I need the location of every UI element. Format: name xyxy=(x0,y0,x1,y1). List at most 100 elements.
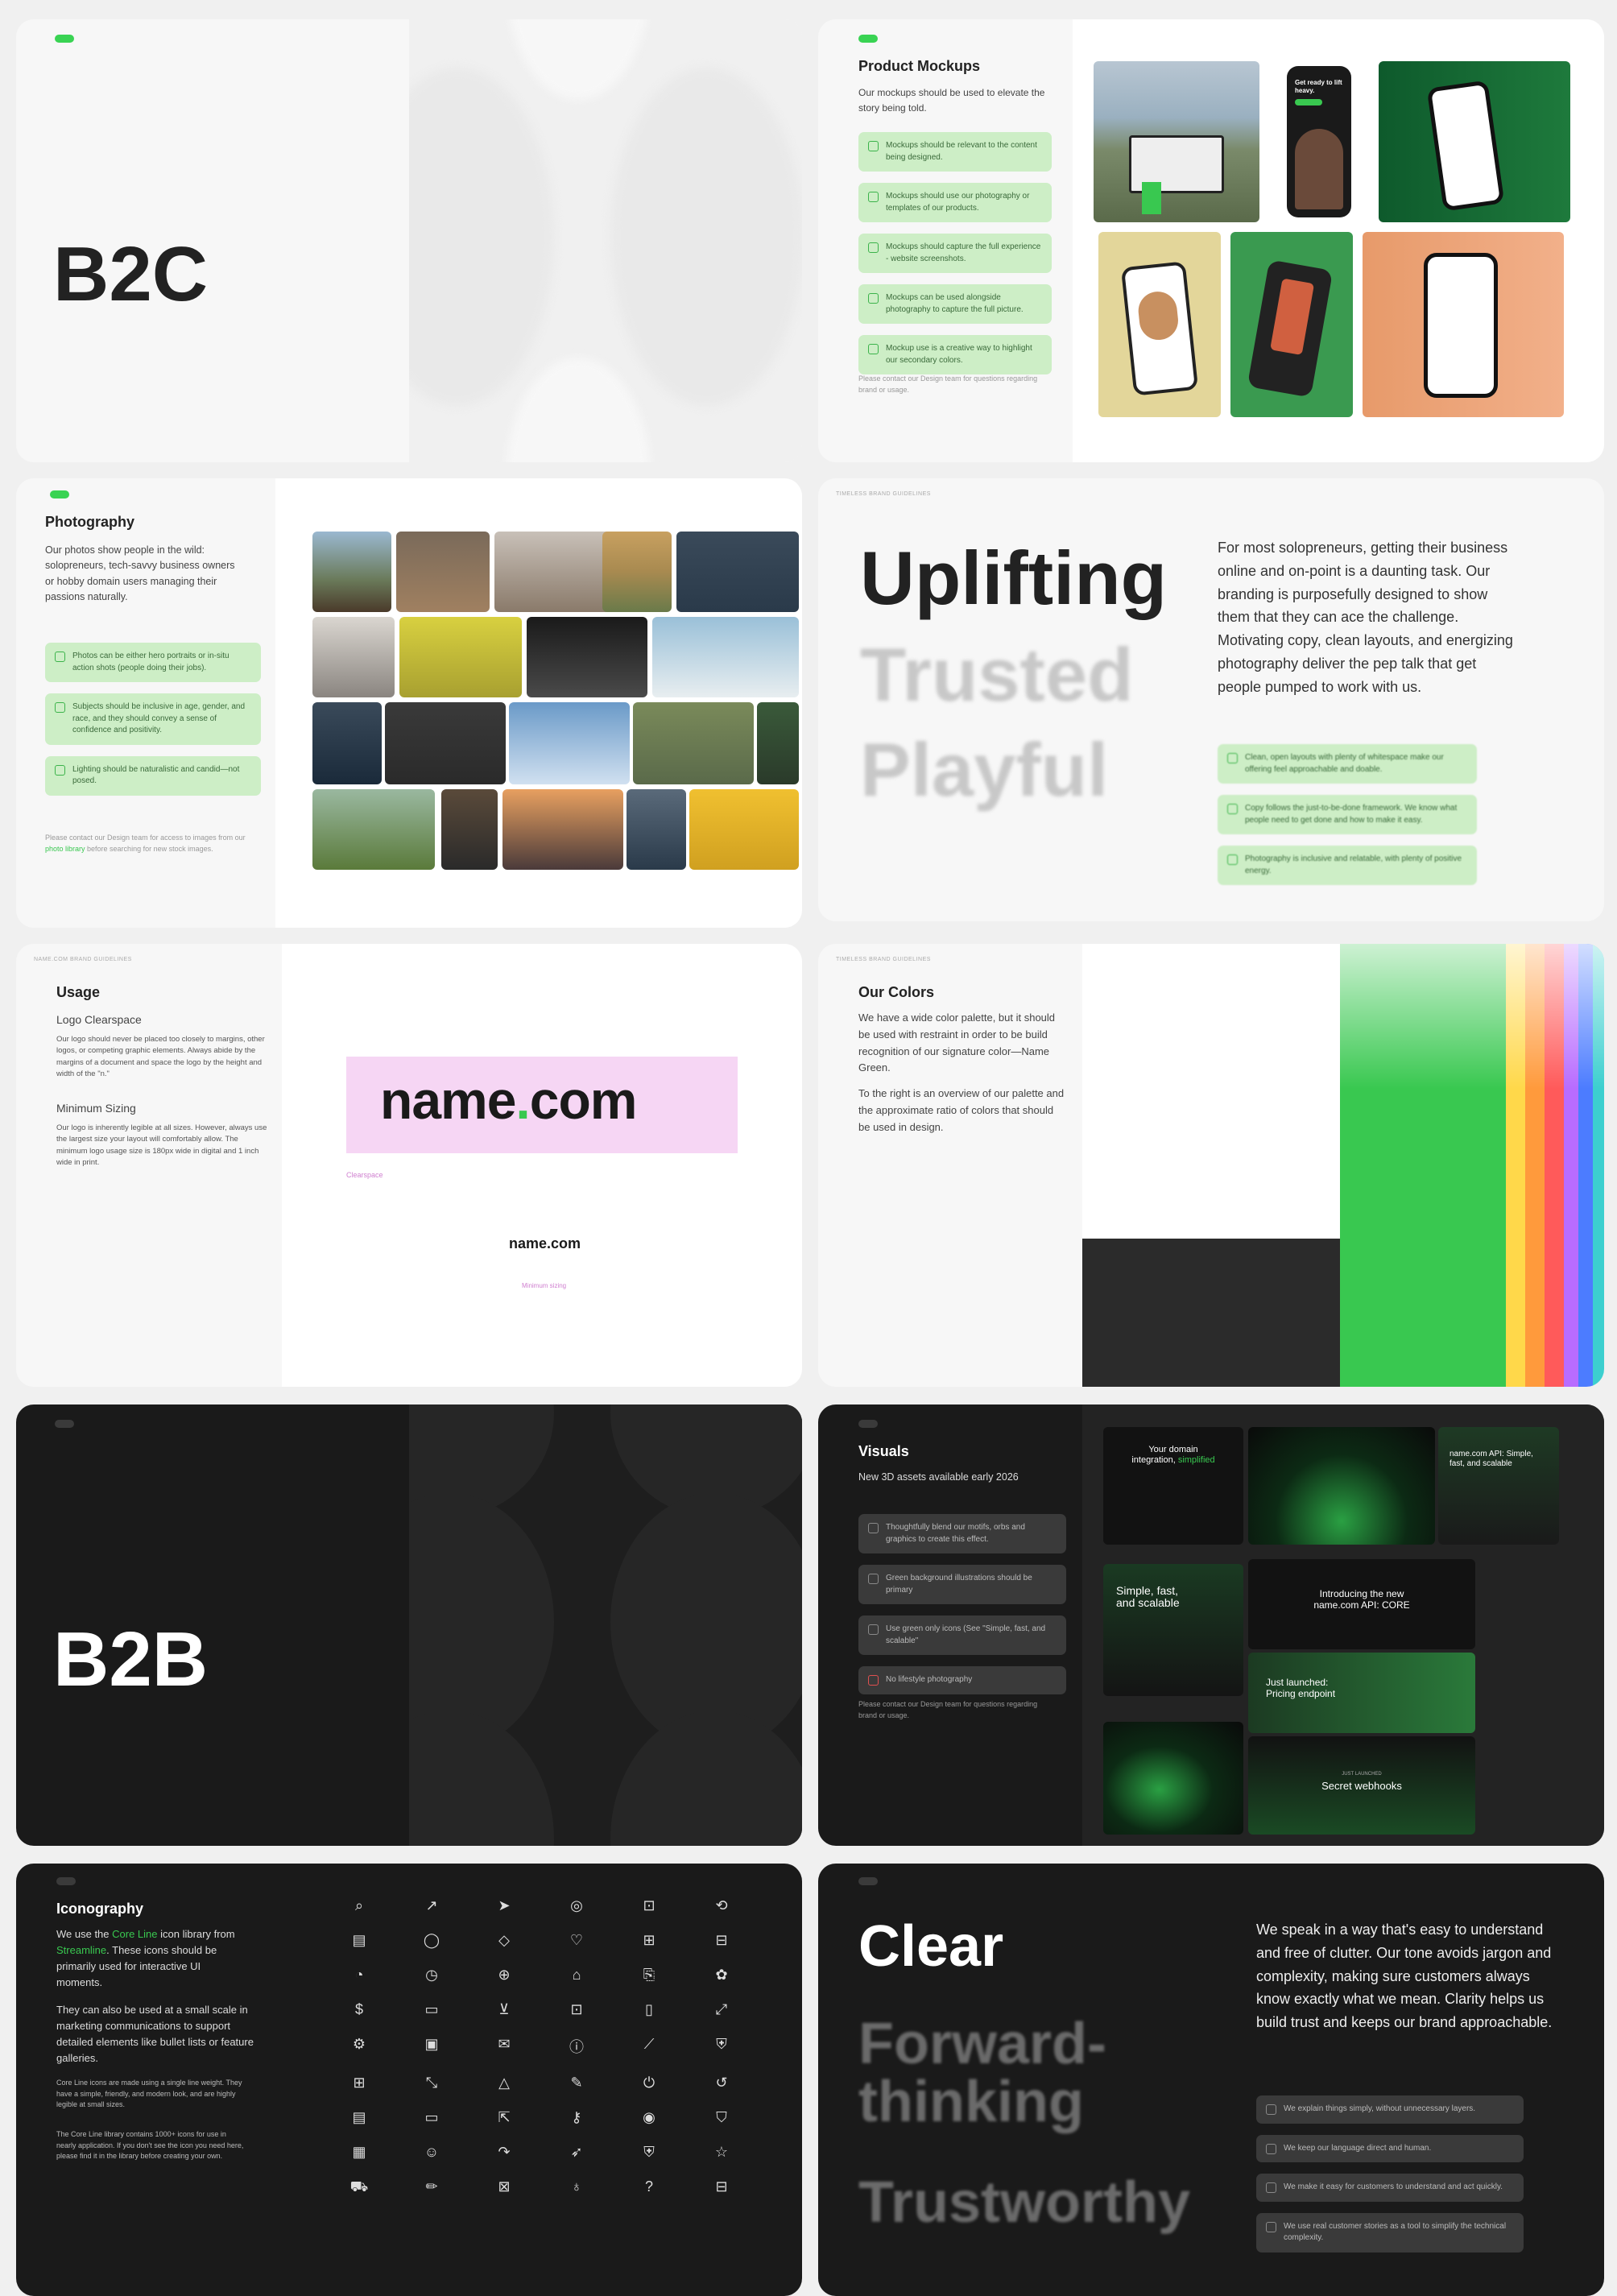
library-icon: ◇ xyxy=(498,1932,510,1948)
visual-tile xyxy=(1248,1427,1435,1545)
library-icon: ▯ xyxy=(645,2001,653,2017)
library-icon: ⊡ xyxy=(570,2001,583,2017)
check-item: We use real customer stories as a tool t… xyxy=(1256,2212,1524,2253)
library-icon: ⛨ xyxy=(716,2036,727,2052)
slide-uplifting: TIMELESS BRAND GUIDELINES Uplifting Trus… xyxy=(818,478,1604,921)
library-icon: ✿ xyxy=(715,1967,728,1983)
library-icon: ▭ xyxy=(424,2109,439,2125)
slide-header: TIMELESS BRAND GUIDELINES xyxy=(836,957,931,962)
library-icon: ⟲ xyxy=(715,1897,728,1913)
library-icon: ⏻ xyxy=(643,2075,655,2091)
phone-green-mockup xyxy=(1379,61,1570,222)
voice-word-forward-thinking: Forward-thinking xyxy=(858,2012,1107,2134)
swatch-dark xyxy=(1082,1239,1340,1387)
check-item: Green background illustrations should be… xyxy=(858,1565,1066,1604)
check-item: Photos can be either hero portraits or i… xyxy=(45,643,261,682)
check-item: Copy follows the just-to-be-done framewo… xyxy=(1218,795,1477,834)
logo-large: name.com xyxy=(380,1070,637,1130)
colors-p1: We have a wide color palette, but it sho… xyxy=(858,1011,1056,1074)
library-icon: ⇱ xyxy=(498,2109,511,2125)
library-icon: ⊞ xyxy=(353,2075,366,2091)
slide-header: NAME.COM BRAND GUIDELINES xyxy=(34,957,132,962)
arch-pattern xyxy=(409,1404,802,1846)
logo-panel: name.com Clearspace name.com Minimum siz… xyxy=(282,944,802,1387)
library-icon: ⊟ xyxy=(715,2178,728,2195)
checklist: Photos can be either hero portraits or i… xyxy=(45,643,261,807)
slide-tag xyxy=(55,1420,74,1428)
library-icon: △ xyxy=(498,2075,510,2091)
slide-title: Our Colors xyxy=(858,984,935,1000)
visual-tile: name.com API: Simple, fast, and scalable xyxy=(1438,1427,1559,1545)
phone-orange-mockup xyxy=(1363,232,1564,417)
library-icon: ⟋ xyxy=(643,2036,655,2052)
slide-body: We speak in a way that's easy to underst… xyxy=(1256,1922,1553,2031)
slide-visuals: Visuals New 3D assets available early 20… xyxy=(818,1404,1604,1846)
library-icon: ▣ xyxy=(424,2036,439,2052)
library-icon: ⊠ xyxy=(498,2178,511,2195)
visual-tile: JUST LAUNCHED Secret webhooks xyxy=(1248,1736,1475,1835)
check-item: Mockups should use our photography or te… xyxy=(858,183,1052,222)
check-item: Thoughtfully blend our motifs, orbs and … xyxy=(858,1514,1066,1553)
photo-library-link[interactable]: photo library xyxy=(45,845,85,853)
min-sizing-body: Our logo is inherently legible at all si… xyxy=(56,1123,267,1167)
clearspace-body: Our logo should never be placed too clos… xyxy=(56,1035,265,1078)
visual-tile xyxy=(1103,1722,1243,1835)
library-icon: ↺ xyxy=(715,2075,728,2091)
library-icon: ⛟ xyxy=(349,2178,369,2195)
slide-intro: New 3D assets available early 2026 xyxy=(858,1471,1019,1483)
checklist: Clean, open layouts with plenty of white… xyxy=(1218,744,1477,896)
voice-word-clear: Clear xyxy=(858,1914,1004,1979)
library-icon: ◷ xyxy=(425,1967,438,1983)
library-icon: ☆ xyxy=(714,2144,729,2160)
library-icon: ♁ xyxy=(571,2178,582,2195)
library-icon: ☺ xyxy=(424,2144,440,2160)
icons-p1: We use the Core Line icon library from S… xyxy=(56,1928,235,1989)
library-icon: ↗ xyxy=(425,1897,438,1913)
library-icon: ⚷ xyxy=(571,2109,582,2125)
streamline-link[interactable]: Streamline xyxy=(56,1944,106,1956)
slide-intro: Our photos show people in the wild: solo… xyxy=(45,544,235,603)
library-icon: $ xyxy=(354,2001,363,2017)
color-palette xyxy=(1082,944,1604,1387)
phone-product-mockup xyxy=(1230,232,1353,417)
check-item: Subjects should be inclusive in age, gen… xyxy=(45,693,261,745)
slide-title: B2B xyxy=(53,1616,209,1702)
voice-word-uplifting: Uplifting xyxy=(860,536,1168,620)
library-icon: ↷ xyxy=(498,2144,511,2160)
library-icon: ⤡ xyxy=(425,2075,438,2091)
slide-photography: Photography Our photos show people in th… xyxy=(16,478,802,928)
library-icon: ⊻ xyxy=(498,2001,510,2017)
slide-title: Usage xyxy=(56,984,101,1000)
slide-title: Product Mockups xyxy=(858,58,981,74)
library-icon: ▤ xyxy=(352,1932,366,1948)
icons-p3: Core Line icons are made using a single … xyxy=(56,2079,242,2108)
slide-title: Photography xyxy=(45,514,134,530)
library-icon: ⌕ xyxy=(354,1897,364,1913)
visual-tile: Introducing the new name.com API: CORE xyxy=(1248,1559,1475,1649)
contact-note: Please contact our Design team for acces… xyxy=(45,834,246,853)
library-icon: ▤ xyxy=(352,2109,366,2125)
library-icon: ⛨ xyxy=(643,2144,655,2160)
library-icon: ➤ xyxy=(498,1897,511,1913)
slide-header: TIMELESS BRAND GUIDELINES xyxy=(836,491,931,497)
slide-body: For most solopreneurs, getting their bus… xyxy=(1218,540,1513,695)
library-icon: ➶ xyxy=(570,2144,583,2160)
voice-word-playful: Playful xyxy=(860,727,1109,812)
slide-title: Iconography xyxy=(56,1901,144,1917)
mockup-gallery: Get ready to lift heavy. xyxy=(1073,19,1604,462)
library-icon: ▭ xyxy=(424,2001,439,2017)
arch-pattern xyxy=(409,19,802,462)
library-icon: ✉ xyxy=(498,2036,511,2052)
library-icon: ⤢ xyxy=(715,2001,728,2017)
slide-tag xyxy=(56,1877,76,1885)
slide-tag xyxy=(858,35,878,43)
check-item: Lighting should be naturalistic and cand… xyxy=(45,755,261,796)
check-item: We keep our language direct and human. xyxy=(1256,2134,1524,2162)
slide-product-mockups: Product Mockups Our mockups should be us… xyxy=(818,19,1604,462)
clearspace-label: Clearspace xyxy=(346,1171,383,1179)
core-line-link[interactable]: Core Line xyxy=(112,1928,157,1940)
library-icon: ◯ xyxy=(423,1932,440,1948)
check-item: Mockups should capture the full experien… xyxy=(858,234,1052,273)
checklist: Mockups should be relevant to the conten… xyxy=(858,132,1052,386)
library-icon: ♡ xyxy=(569,1932,584,1948)
